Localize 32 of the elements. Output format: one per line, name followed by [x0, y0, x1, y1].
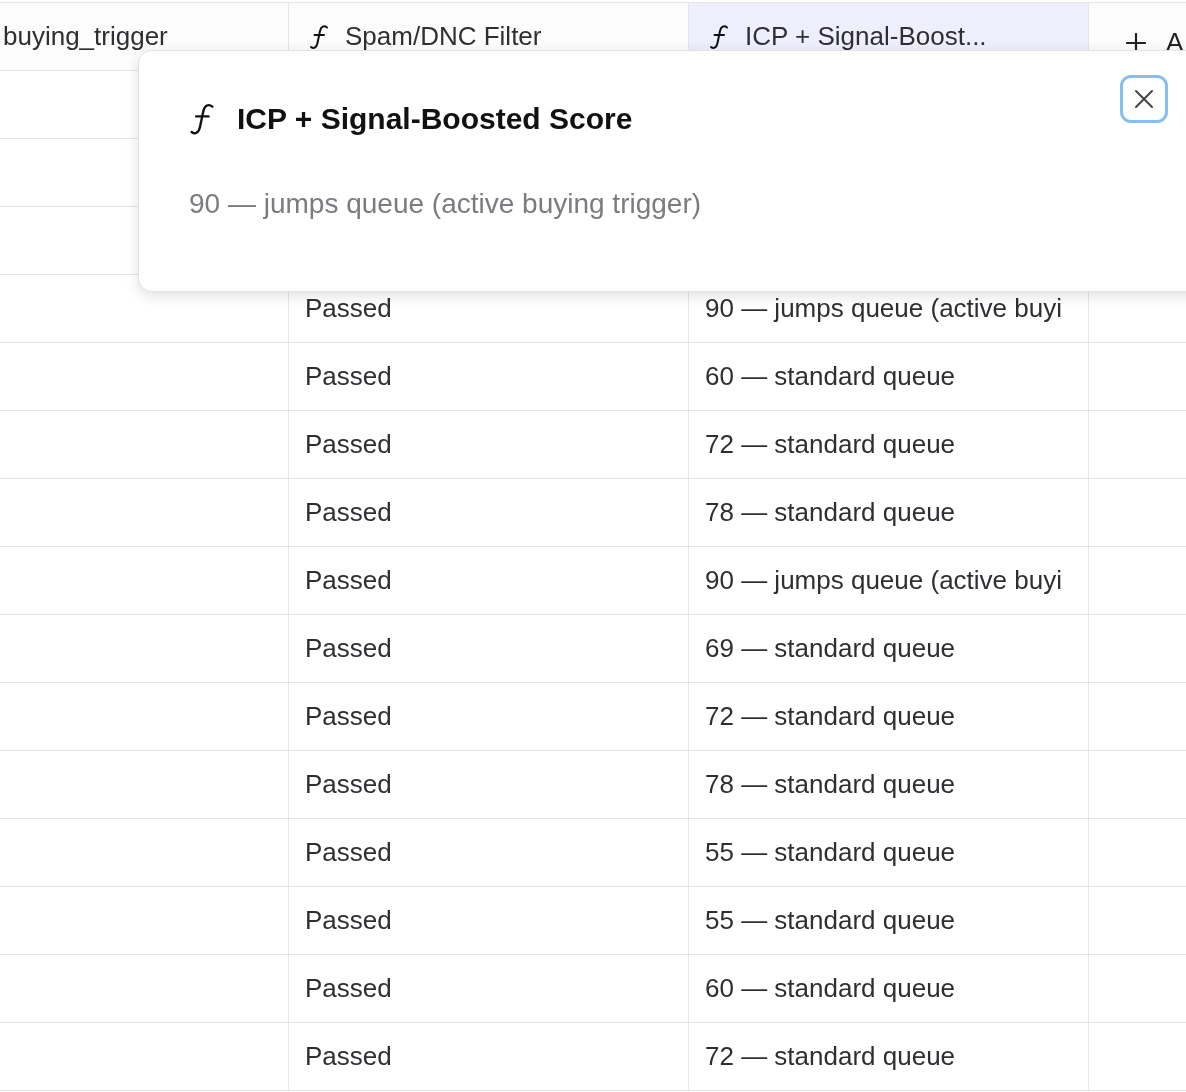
table-cell: Passed	[305, 633, 392, 664]
table-cell: 60 — standard queue	[705, 361, 956, 392]
table-cell: 78 — standard queue	[705, 497, 956, 528]
table-cell: 90 — jumps queue (active buyi	[705, 565, 1062, 596]
function-icon	[189, 102, 215, 136]
table-cell: 78 — standard queue	[705, 769, 956, 800]
table-cell: 72 — standard queue	[705, 429, 956, 460]
popup-value: 90 — jumps queue (active buying trigger)	[189, 188, 702, 220]
table-cell: Passed	[305, 769, 392, 800]
function-icon	[709, 23, 729, 50]
close-button[interactable]	[1120, 75, 1168, 123]
table-cell: Passed	[305, 1041, 392, 1072]
table-cell: 72 — standard queue	[705, 701, 956, 732]
table-cell: Passed	[305, 701, 392, 732]
table-cell: 55 — standard queue	[705, 837, 956, 868]
plus-icon	[1126, 32, 1146, 53]
table-cell: Passed	[305, 497, 392, 528]
table-cell: Passed	[305, 973, 392, 1004]
function-icon	[309, 23, 329, 50]
table-cell: 55 — standard queue	[705, 905, 956, 936]
table-cell: 72 — standard queue	[705, 1041, 956, 1072]
table-cell: Passed	[305, 565, 392, 596]
popup-title: ICP + Signal-Boosted Score	[237, 102, 633, 136]
table-cell: Passed	[305, 293, 392, 324]
table-cell: Passed	[305, 361, 392, 392]
table-cell: 90 — jumps queue (active buyi	[705, 293, 1062, 324]
table-cell: Passed	[305, 429, 392, 460]
close-icon	[1134, 89, 1154, 109]
table-cell: 60 — standard queue	[705, 973, 956, 1004]
table-cell: Passed	[305, 905, 392, 936]
table-cell: Passed	[305, 837, 392, 868]
table-cell: 69 — standard queue	[705, 633, 956, 664]
